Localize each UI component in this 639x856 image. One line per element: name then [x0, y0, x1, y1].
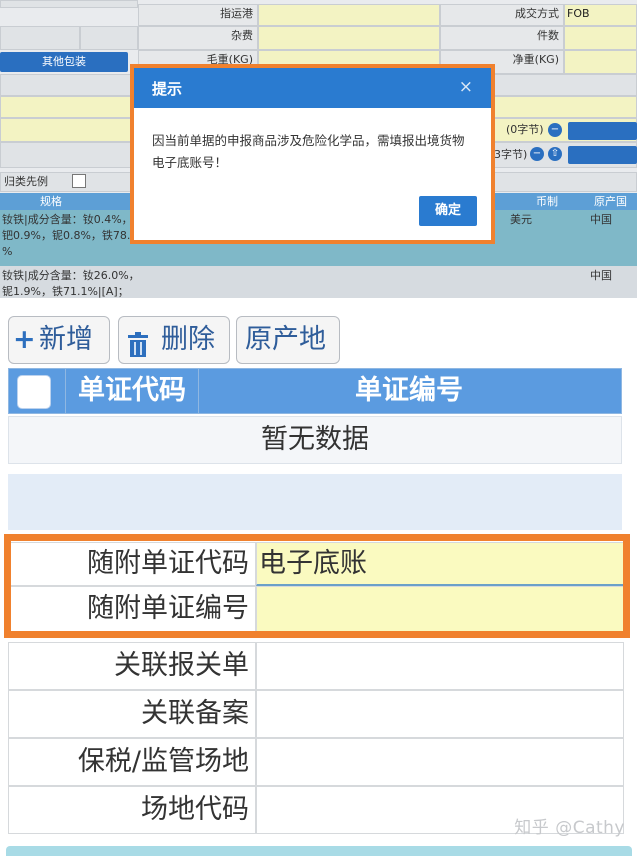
document-code-column-header[interactable]: 单证代码: [65, 369, 199, 413]
spec-text: 钕铁|成分含量：钕0.4%， 钯0.9%，铌0.8%，铁78.0 %: [2, 213, 138, 258]
trash-icon: [127, 327, 149, 357]
pieces-field[interactable]: [564, 26, 637, 50]
bottom-strip: [6, 846, 632, 856]
bytes-counter-2: 3字节): [494, 148, 528, 161]
site-code-label: 场地代码: [8, 786, 256, 834]
spec-text: 钕铁|成分含量：钕26.0%， 铌1.9%，铁71.1%|[A]；: [2, 269, 140, 298]
upload-icon[interactable]: ⇧: [548, 147, 562, 161]
confirm-button[interactable]: 确定: [419, 196, 477, 226]
document-number-column-header[interactable]: 单证编号: [197, 369, 621, 413]
form-cell: [0, 26, 80, 50]
select-all-checkbox[interactable]: [17, 375, 51, 409]
delete-button[interactable]: 删除: [118, 316, 230, 364]
origin-value: 中国: [590, 269, 612, 282]
port-label: 指运港: [138, 4, 258, 26]
action-bar[interactable]: [568, 122, 637, 140]
bonded-site-input[interactable]: [256, 738, 624, 786]
bonded-site-row: 保税/监管场地: [8, 738, 624, 786]
pieces-label: 件数: [440, 26, 564, 50]
net-weight-field[interactable]: [564, 50, 637, 74]
close-icon[interactable]: ×: [459, 77, 473, 97]
goods-row-2[interactable]: 钕铁|成分含量：钕26.0%， 铌1.9%，铁71.1%|[A]； 中国: [0, 266, 637, 298]
panel-separator: [0, 298, 639, 308]
action-bar[interactable]: [568, 146, 637, 164]
origin-value: 中国: [590, 213, 612, 226]
deal-mode-field[interactable]: FOB: [564, 4, 637, 26]
related-declaration-label: 关联报关单: [8, 642, 256, 690]
origin-place-button-label: 原产地: [245, 324, 326, 355]
delete-button-label: 删除: [161, 324, 215, 355]
related-declaration-input[interactable]: [256, 642, 624, 690]
currency-value: 美元: [510, 213, 532, 226]
add-button-label: 新增: [39, 324, 93, 355]
attached-documents-panel: + 新增 删除 原产地 单证代码 单证编号 暂无数据 随附单证代码 电子底账 随…: [0, 308, 639, 856]
misc-fee-label: 杂费: [138, 26, 258, 50]
bytes-counter-1: (0字节): [506, 123, 544, 136]
form-cell: [80, 26, 138, 50]
misc-fee-field[interactable]: [258, 26, 440, 50]
form-cell: [0, 0, 138, 8]
watermark: 知乎 @Cathy: [514, 818, 625, 838]
dialog-title-bar: 提示 ×: [134, 68, 491, 108]
origin-place-button[interactable]: 原产地: [236, 316, 340, 364]
bonded-site-label: 保税/监管场地: [8, 738, 256, 786]
currency-column-header: 币制: [536, 195, 558, 208]
related-record-label: 关联备案: [8, 690, 256, 738]
related-record-row: 关联备案: [8, 690, 624, 738]
other-package-button[interactable]: 其他包装: [0, 52, 128, 72]
minus-icon[interactable]: −: [530, 147, 544, 161]
classify-label: 归类先例: [4, 175, 48, 188]
port-field[interactable]: [258, 4, 440, 26]
spec-column-header: 规格: [40, 195, 62, 208]
classify-checkbox[interactable]: [72, 174, 86, 188]
hazard-warning-dialog: 提示 × 因当前单据的申报商品涉及危险化学品，需填报出境货物电子底账号！ 确定: [130, 64, 495, 244]
add-button[interactable]: + 新增: [8, 316, 110, 364]
deal-mode-label: 成交方式: [440, 4, 564, 26]
documents-grid-header: 单证代码 单证编号: [8, 368, 622, 414]
empty-grid-message: 暂无数据: [8, 416, 622, 464]
declaration-form-panel: 指运港 成交方式 FOB 杂费 件数 其他包装 毛重(KG) 净重(KG) (0…: [0, 0, 637, 298]
related-declaration-row: 关联报关单: [8, 642, 624, 690]
related-record-input[interactable]: [256, 690, 624, 738]
dialog-message: 因当前单据的申报商品涉及危险化学品，需填报出境货物电子底账号！: [152, 133, 465, 170]
grid-footer-band: [8, 474, 622, 530]
dialog-title: 提示: [152, 80, 183, 98]
plus-icon: +: [13, 324, 36, 355]
minus-icon[interactable]: −: [548, 123, 562, 137]
highlight-frame: [4, 534, 630, 638]
origin-column-header: 原产国: [594, 195, 627, 208]
